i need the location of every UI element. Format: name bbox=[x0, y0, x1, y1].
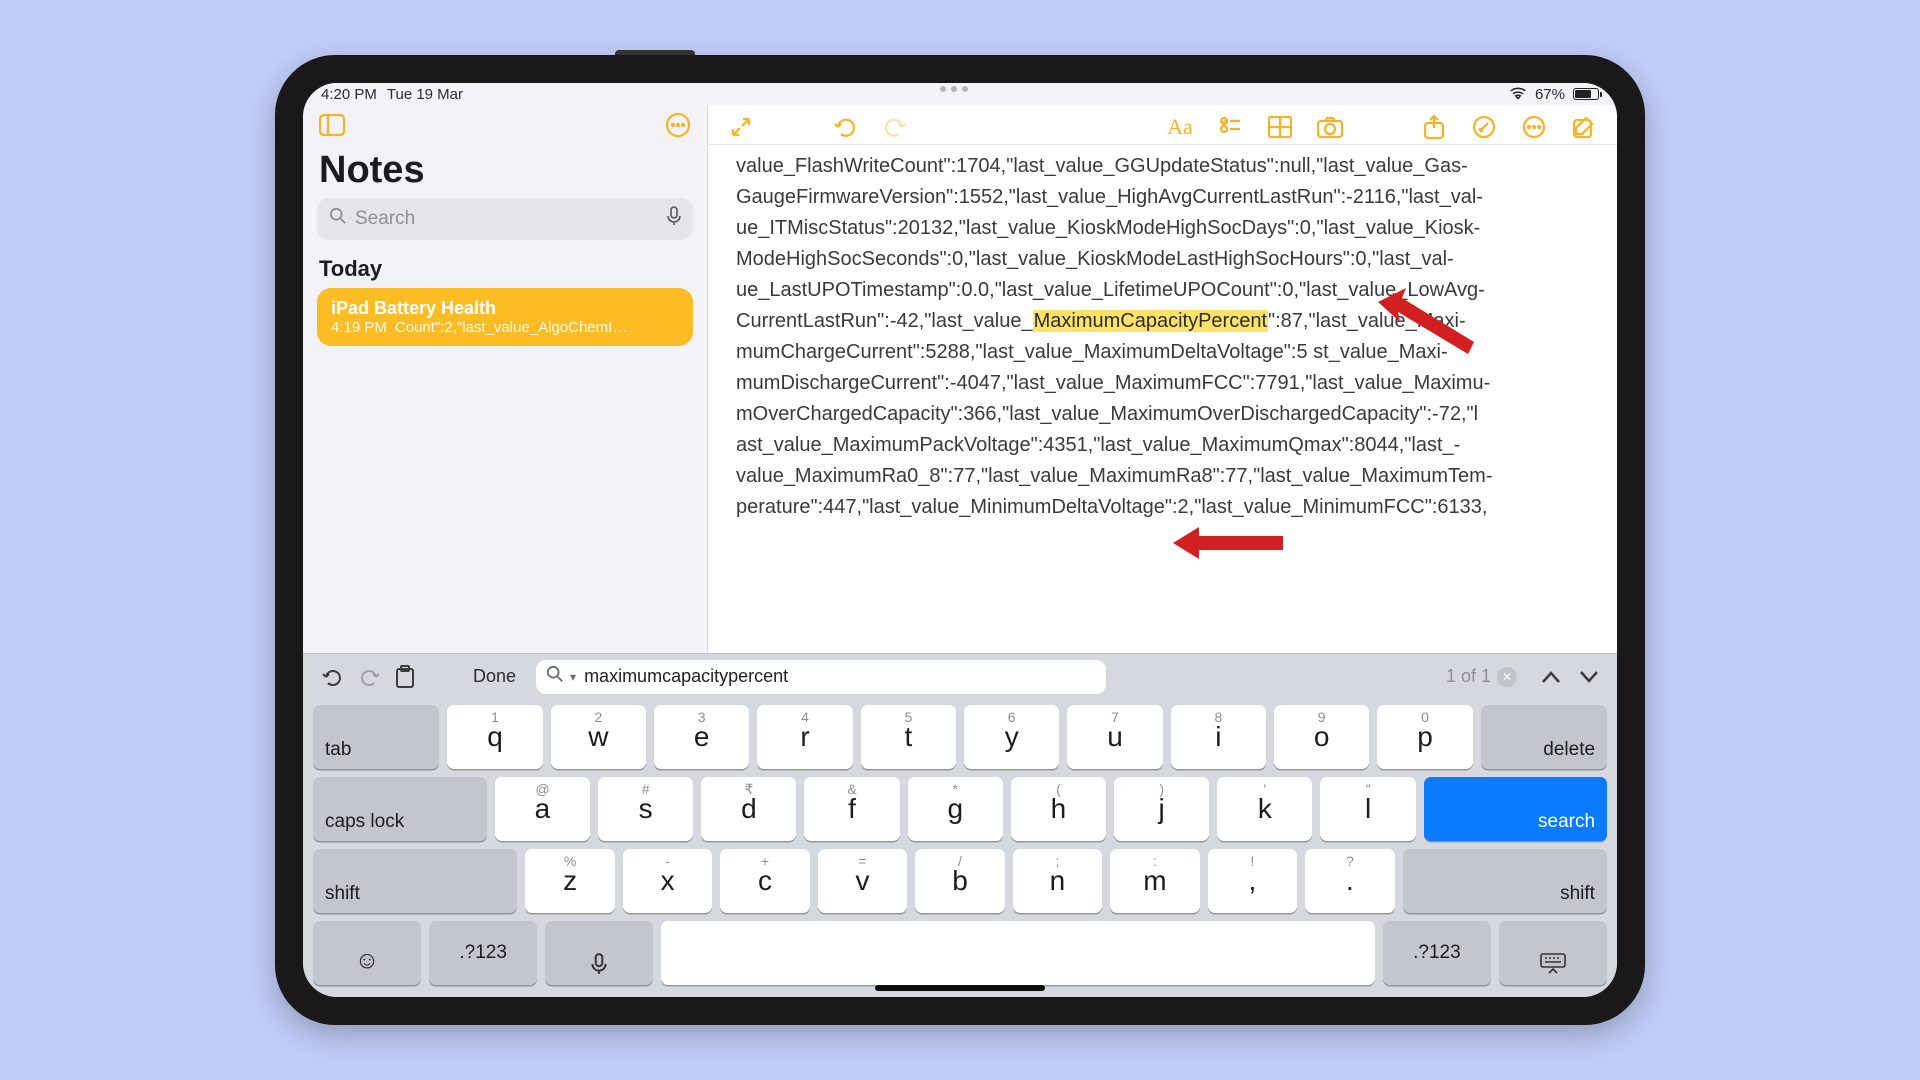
key-symbols-left[interactable]: .?123 bbox=[429, 921, 537, 985]
key-emoji[interactable]: ☺ bbox=[313, 921, 421, 985]
key-u[interactable]: 7u bbox=[1067, 705, 1162, 769]
note-item-title: iPad Battery Health bbox=[331, 298, 679, 319]
markup-icon[interactable] bbox=[1471, 114, 1497, 140]
key-y[interactable]: 6y bbox=[964, 705, 1059, 769]
note-text-pre: value_FlashWriteCount":1704,"last_value_… bbox=[736, 155, 1485, 332]
key-delete[interactable]: delete bbox=[1481, 705, 1607, 769]
notes-app: Notes Search Today iPad Battery Health 4… bbox=[303, 105, 1617, 653]
key-f[interactable]: &f bbox=[804, 777, 899, 841]
note-text-highlight: MaximumCapacityPercent bbox=[1033, 310, 1268, 332]
key-hide-keyboard[interactable] bbox=[1499, 921, 1607, 985]
ipad-top-button bbox=[615, 50, 695, 55]
key-,[interactable]: !, bbox=[1208, 849, 1297, 913]
keyboard: tab 1q2w3e4r5t6y7u8i9o0pdelete caps lock… bbox=[303, 699, 1617, 997]
key-k[interactable]: 'k bbox=[1217, 777, 1312, 841]
ipad-frame: 4:20 PM Tue 19 Mar 67% bbox=[275, 55, 1645, 1025]
dictate-icon[interactable] bbox=[667, 206, 681, 232]
key-c[interactable]: +c bbox=[720, 849, 809, 913]
share-icon[interactable] bbox=[1421, 114, 1447, 140]
key-i[interactable]: 8i bbox=[1171, 705, 1266, 769]
key-p[interactable]: 0p bbox=[1377, 705, 1472, 769]
kb-undo-icon[interactable] bbox=[321, 665, 345, 689]
find-clear-button[interactable]: ✕ bbox=[1497, 667, 1517, 687]
find-next-button[interactable] bbox=[1579, 664, 1599, 690]
key-a[interactable]: @a bbox=[495, 777, 590, 841]
note-item-time: 4:19 PM bbox=[331, 319, 387, 336]
section-today: Today bbox=[303, 248, 707, 288]
note-body[interactable]: value_FlashWriteCount":1704,"last_value_… bbox=[708, 145, 1617, 653]
find-bar: Done ▾ 1 of 1 ✕ bbox=[303, 653, 1617, 699]
expand-icon[interactable] bbox=[728, 114, 754, 140]
key-m[interactable]: :m bbox=[1110, 849, 1199, 913]
ipad-screen: 4:20 PM Tue 19 Mar 67% bbox=[303, 83, 1617, 997]
search-icon bbox=[329, 207, 347, 231]
find-match-count: 1 of 1 bbox=[1446, 666, 1491, 687]
key-e[interactable]: 3e bbox=[654, 705, 749, 769]
kb-redo-icon[interactable] bbox=[357, 665, 381, 689]
find-input[interactable]: ▾ bbox=[536, 660, 1106, 694]
key-dictate[interactable] bbox=[545, 921, 653, 985]
key-.[interactable]: ?. bbox=[1305, 849, 1394, 913]
key-shift-right[interactable]: shift bbox=[1403, 849, 1607, 913]
home-indicator[interactable] bbox=[875, 985, 1045, 991]
key-v[interactable]: =v bbox=[818, 849, 907, 913]
find-chevron-down-icon[interactable]: ▾ bbox=[570, 670, 576, 684]
key-tab[interactable]: tab bbox=[313, 705, 439, 769]
key-capslock[interactable]: caps lock bbox=[313, 777, 487, 841]
key-z[interactable]: %z bbox=[525, 849, 614, 913]
redo-icon[interactable] bbox=[882, 114, 908, 140]
key-b[interactable]: /b bbox=[915, 849, 1004, 913]
more-circle-icon[interactable] bbox=[1521, 114, 1547, 140]
multitask-handle[interactable] bbox=[940, 86, 980, 92]
toggle-sidebar-icon[interactable] bbox=[319, 114, 345, 141]
kb-paste-icon[interactable] bbox=[393, 665, 417, 689]
compose-icon[interactable] bbox=[1571, 114, 1597, 140]
text-format-icon[interactable]: Aa bbox=[1167, 114, 1193, 140]
wifi-icon bbox=[1509, 85, 1527, 103]
checklist-icon[interactable] bbox=[1217, 114, 1243, 140]
sidebar: Notes Search Today iPad Battery Health 4… bbox=[303, 105, 708, 653]
key-j[interactable]: )j bbox=[1114, 777, 1209, 841]
key-symbols-right[interactable]: .?123 bbox=[1383, 921, 1491, 985]
note-item-preview: Count":2,"last_value_AlgoChemI… bbox=[395, 319, 627, 336]
table-icon[interactable] bbox=[1267, 114, 1293, 140]
search-input[interactable]: Search bbox=[317, 198, 693, 240]
key-r[interactable]: 4r bbox=[757, 705, 852, 769]
status-time: 4:20 PM bbox=[321, 86, 377, 103]
key-q[interactable]: 1q bbox=[447, 705, 542, 769]
note-text-post: ":87,"last_value_Maxi-mumChargeCurrent":… bbox=[736, 310, 1493, 518]
key-h[interactable]: (h bbox=[1011, 777, 1106, 841]
key-l[interactable]: "l bbox=[1320, 777, 1415, 841]
battery-percent: 67% bbox=[1535, 86, 1565, 103]
status-date: Tue 19 Mar bbox=[387, 86, 463, 103]
key-search[interactable]: search bbox=[1424, 777, 1607, 841]
search-placeholder: Search bbox=[355, 208, 415, 230]
find-text-field[interactable] bbox=[582, 665, 1096, 688]
key-d[interactable]: ₹d bbox=[701, 777, 796, 841]
note-toolbar: Aa bbox=[708, 105, 1617, 145]
battery-icon bbox=[1573, 88, 1599, 100]
key-n[interactable]: ;n bbox=[1013, 849, 1102, 913]
camera-icon[interactable] bbox=[1317, 114, 1343, 140]
key-space[interactable] bbox=[661, 921, 1374, 985]
find-done-button[interactable]: Done bbox=[465, 666, 524, 687]
key-t[interactable]: 5t bbox=[861, 705, 956, 769]
undo-icon[interactable] bbox=[832, 114, 858, 140]
note-pane: Aa value_FlashWriteCount":1704,"last_val… bbox=[708, 105, 1617, 653]
key-g[interactable]: *g bbox=[908, 777, 1003, 841]
find-search-icon bbox=[546, 665, 564, 688]
key-w[interactable]: 2w bbox=[551, 705, 646, 769]
note-list-item-selected[interactable]: iPad Battery Health 4:19 PM Count":2,"la… bbox=[317, 288, 693, 346]
more-options-icon[interactable] bbox=[665, 112, 691, 143]
key-shift-left[interactable]: shift bbox=[313, 849, 517, 913]
key-o[interactable]: 9o bbox=[1274, 705, 1369, 769]
key-x[interactable]: -x bbox=[623, 849, 712, 913]
sidebar-title: Notes bbox=[303, 145, 707, 198]
find-prev-button[interactable] bbox=[1541, 664, 1561, 690]
key-s[interactable]: #s bbox=[598, 777, 693, 841]
